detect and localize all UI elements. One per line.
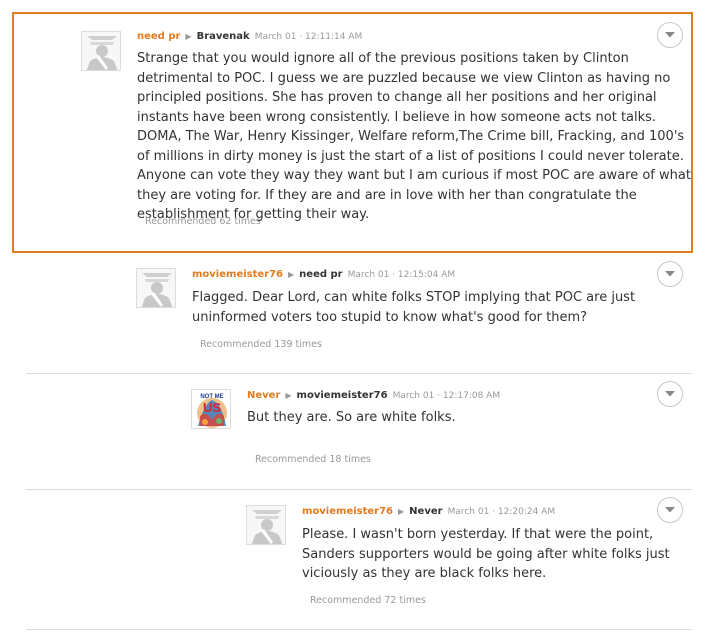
author-link[interactable]: need pr	[137, 31, 180, 42]
comment-menu-button[interactable]	[657, 261, 683, 287]
recommend-count[interactable]: Recommended 18 times	[255, 454, 371, 465]
reply-arrow-icon: ▶	[398, 507, 405, 516]
recommend-count[interactable]: Recommended 62 times	[145, 216, 261, 227]
comment-meta: moviemeister76 ▶ Never March 01 · 12:20:24 …	[302, 505, 555, 519]
recommend-count[interactable]: Recommended 139 times	[200, 339, 322, 350]
not-me-us-avatar-icon: NOT ME US	[192, 390, 230, 428]
recommend-count[interactable]: Recommended 72 times	[310, 595, 426, 606]
default-avatar-icon	[82, 32, 120, 70]
divider	[26, 373, 692, 374]
reply-arrow-icon: ▶	[185, 32, 192, 41]
default-avatar-icon	[137, 269, 175, 307]
comment-2: moviemeister76 ▶ need pr March 01 · 12:15:0…	[0, 255, 706, 370]
comment-body: But they are. So are white folks.	[247, 410, 456, 425]
comment-4: moviemeister76 ▶ Never March 01 · 12:20:24 …	[0, 491, 706, 629]
chevron-down-icon	[665, 507, 675, 513]
avatar-text-main: US	[203, 400, 221, 415]
reply-to-link[interactable]: moviemeister76	[297, 390, 388, 401]
comment-menu-button[interactable]	[657, 497, 683, 523]
timestamp[interactable]: March 01 · 12:17:08 AM	[393, 391, 501, 401]
reply-arrow-icon: ▶	[288, 270, 295, 279]
chevron-down-icon	[665, 271, 675, 277]
divider	[26, 629, 692, 630]
chevron-down-icon	[665, 391, 675, 397]
timestamp[interactable]: March 01 · 12:11:14 AM	[255, 32, 363, 42]
default-avatar-icon	[247, 506, 285, 544]
comment-meta: Never ▶ moviemeister76 March 01 · 12:17:08 …	[247, 389, 500, 403]
comment-meta: need pr ▶ Bravenak March 01 · 12:11:14 AM	[137, 30, 362, 44]
chevron-down-icon	[665, 32, 675, 38]
avatar[interactable]	[81, 31, 121, 71]
comment-meta: moviemeister76 ▶ need pr March 01 · 12:15:0…	[192, 268, 455, 282]
comment-body: Please. I wasn't born yesterday. If that…	[302, 527, 670, 581]
reply-to-link[interactable]: Never	[409, 506, 442, 517]
reply-to-link[interactable]: need pr	[299, 269, 342, 280]
comment-3: NOT ME US Never ▶ moviemeister76 March 01 ·…	[0, 375, 706, 487]
timestamp[interactable]: March 01 · 12:20:24 AM	[448, 507, 556, 517]
author-link[interactable]: moviemeister76	[192, 269, 283, 280]
comment-menu-button[interactable]	[657, 381, 683, 407]
comment-1: need pr ▶ Bravenak March 01 · 12:11:14 AM S…	[0, 0, 706, 255]
reply-arrow-icon: ▶	[285, 391, 292, 400]
divider	[26, 489, 692, 490]
avatar[interactable]	[246, 505, 286, 545]
author-link[interactable]: moviemeister76	[302, 506, 393, 517]
avatar[interactable]: NOT ME US	[191, 389, 231, 429]
author-link[interactable]: Never	[247, 390, 280, 401]
comment-body: Flagged. Dear Lord, can white folks STOP…	[192, 290, 636, 325]
avatar[interactable]	[136, 268, 176, 308]
timestamp[interactable]: March 01 · 12:15:04 AM	[348, 270, 456, 280]
comment-menu-button[interactable]	[657, 22, 683, 48]
comment-body: Strange that you would ignore all of the…	[137, 51, 691, 222]
reply-to-link[interactable]: Bravenak	[197, 31, 250, 42]
